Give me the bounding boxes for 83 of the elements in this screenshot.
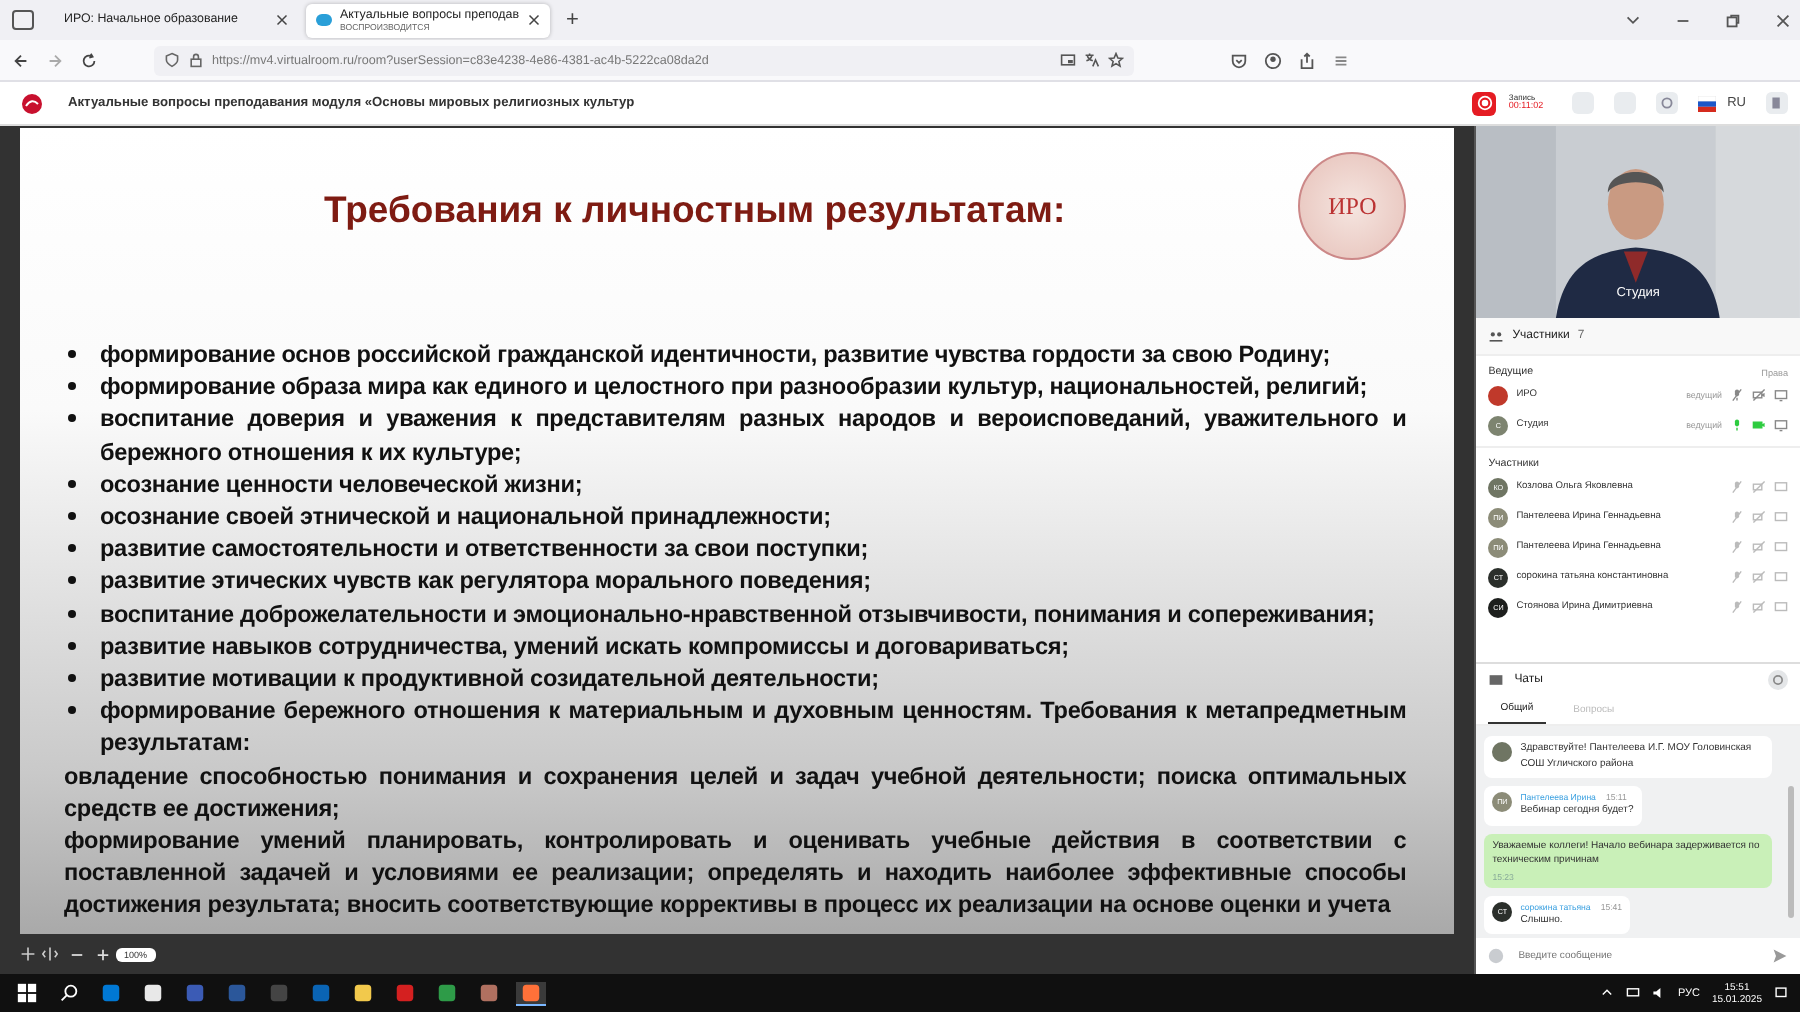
bullet-text: формирование основ российской гражданской идентичности, развитие чувства гордости за свою Родину; [100, 338, 1333, 371]
share-icon[interactable] [1298, 51, 1316, 69]
screen-share-icon[interactable] [1774, 510, 1788, 524]
menu-icon[interactable] [1332, 51, 1350, 69]
screen-share-icon[interactable] [1774, 540, 1788, 554]
slide-paragraph: формирование умений планировать, контролировать и оценивать учебные действия в соответствии с поставленной задачей и условиями ее реализации; определять и находить наиболее эффективные способы достижения результата; вносить соответствующие коррективы в процесс их реализации на основе оценки и учета [64, 824, 1407, 922]
fit-icon[interactable] [42, 946, 58, 962]
cloud-icon [316, 14, 332, 26]
screen-share-icon[interactable] [1774, 570, 1788, 584]
bullet-text: формирование бережного отношения к материальным и духовным ценностям. Требования к метапредметным результатам: [100, 694, 1407, 760]
camera-icon[interactable] [1752, 418, 1766, 432]
screen-share-icon[interactable] [1774, 600, 1788, 614]
reload-icon[interactable] [80, 51, 98, 69]
flag-icon[interactable] [1697, 95, 1716, 111]
move-icon[interactable] [20, 946, 36, 962]
bullet-text: воспитание доверия и уважения к представителям разных народов и вероисповеданий, уважительного и бережного отношения к их культуре; [100, 402, 1407, 468]
send-icon[interactable] [1772, 948, 1788, 964]
new-tab-button[interactable]: + [558, 8, 587, 32]
camera-off-icon[interactable] [1752, 510, 1766, 524]
close-icon[interactable] [1774, 11, 1792, 29]
slide-paragraph: овладение способностью понимания и сохранения целей и задач учебной деятельности; поиска оптимальных средств ее достижения; [64, 759, 1407, 825]
bullet-icon [68, 576, 76, 585]
bullet-icon [68, 544, 76, 553]
account-icon[interactable] [1264, 51, 1282, 69]
close-icon[interactable] [276, 14, 288, 26]
microphone-off-icon[interactable] [1730, 480, 1744, 494]
zoom-in-icon[interactable] [96, 947, 110, 961]
camera-off-icon[interactable] [1752, 570, 1766, 584]
screen-share-icon[interactable] [1774, 418, 1788, 432]
scrollbar[interactable] [1788, 786, 1794, 918]
bullet-text: осознание своей этнической и национальной принадлежности; [100, 500, 833, 533]
bullet-icon [68, 350, 76, 358]
chevron-up-icon[interactable] [1599, 986, 1614, 1000]
bullet-text: развитие самостоятельности и ответственности за свои поступки; [100, 532, 871, 565]
shield-icon [164, 52, 180, 68]
camera-off-icon[interactable] [1752, 388, 1766, 402]
back-icon[interactable] [12, 51, 30, 69]
logo-badge: ИРО [1298, 152, 1407, 260]
translate-icon[interactable] [1084, 52, 1100, 68]
bullet-icon [68, 479, 76, 488]
settings-icon[interactable] [1655, 92, 1678, 114]
bullet-text: развитие этических чувств как регулятора морального поведения; [100, 564, 873, 598]
microphone-icon[interactable] [1730, 418, 1744, 432]
lock-icon [188, 52, 204, 68]
bullet-text: воспитание доброжелательности и эмоционально-нравственной отзывчивости, понимания и сопереживания; [100, 597, 1377, 630]
slide-title: Требования к личностным результатам: [324, 188, 1066, 232]
camera-off-icon[interactable] [1752, 540, 1766, 554]
forward-icon[interactable] [46, 51, 64, 69]
settings-icon[interactable] [1768, 670, 1788, 690]
speaker-icon[interactable] [1651, 986, 1666, 1000]
bullet-icon [68, 706, 76, 715]
chat-icon [1488, 672, 1505, 688]
microphone-off-icon[interactable] [1730, 388, 1744, 402]
screen-share-icon[interactable] [1774, 388, 1788, 402]
bullet-text: формирование образа мира как единого и целостного при разнообразии культур, национальностей, религий; [100, 370, 1370, 403]
bullet-icon [68, 512, 76, 521]
microphone-off-icon[interactable] [1730, 570, 1744, 584]
bullet-icon [68, 414, 76, 423]
bullet-icon [68, 609, 76, 618]
microphone-off-icon[interactable] [1730, 540, 1744, 554]
star-icon[interactable] [1108, 52, 1124, 68]
chevron-down-icon[interactable] [1624, 11, 1642, 29]
screen-share-icon[interactable] [1774, 480, 1788, 494]
tab-groups-icon[interactable] [12, 10, 34, 30]
restore-icon[interactable] [1724, 11, 1742, 29]
record-button[interactable] [1472, 91, 1497, 115]
microphone-off-icon[interactable] [1730, 600, 1744, 614]
windows-logo-icon[interactable] [12, 982, 42, 1004]
bullet-icon [68, 641, 76, 650]
people-icon [1488, 328, 1505, 344]
picture-in-picture-icon[interactable] [1060, 52, 1076, 68]
close-icon[interactable] [528, 14, 540, 26]
network-icon[interactable] [1625, 986, 1640, 1000]
bullet-icon [68, 674, 76, 683]
bullet-text: развитие мотивации к продуктивной созидательной деятельности; [100, 662, 881, 695]
camera-off-icon[interactable] [1752, 600, 1766, 614]
bullet-icon [68, 382, 76, 391]
microphone-off-icon[interactable] [1730, 510, 1744, 524]
camera-off-icon[interactable] [1752, 480, 1766, 494]
bullet-text: осознание ценности человеческой жизни; [100, 467, 585, 501]
logo-icon [20, 91, 44, 115]
bullet-text: развитие навыков сотрудничества, умений искать компромиссы и договариваться; [100, 629, 1071, 663]
notifications-icon[interactable] [1774, 986, 1788, 1000]
